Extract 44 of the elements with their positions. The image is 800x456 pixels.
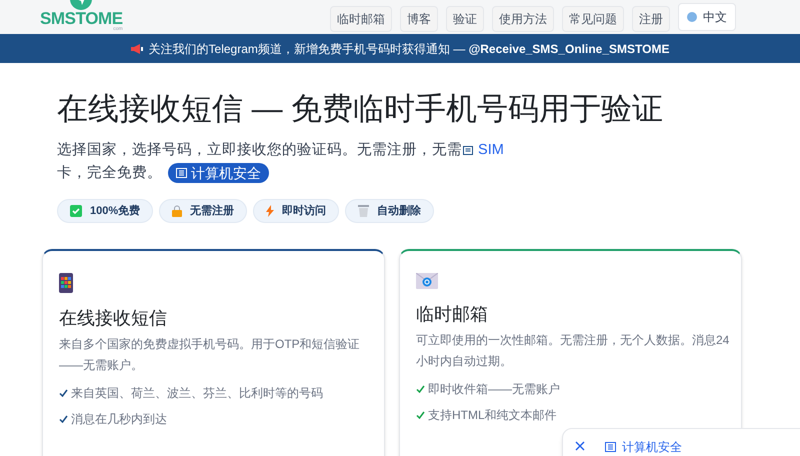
nav-link[interactable]: 常见问题 <box>562 6 624 32</box>
feature-chip: 自动删除 <box>345 199 434 223</box>
checkmark-icon <box>416 385 425 393</box>
phone-icon <box>59 273 73 293</box>
checkmark-icon <box>59 415 68 423</box>
card-description: 来自多个国家的免费虚拟手机号码。用于OTP和短信验证——无需账户。 <box>59 336 361 374</box>
checkmark-icon <box>59 389 68 397</box>
trash-icon <box>358 205 370 217</box>
page-heading: 在线接收短信 — 免费临时手机号码用于验证 <box>57 90 664 128</box>
envelope-icon <box>416 273 438 289</box>
feature-chip: 即时访问 <box>253 199 340 223</box>
language-button[interactable]: 中文 <box>678 3 736 31</box>
close-icon <box>575 441 585 451</box>
feature-chip: 100%免费 <box>57 199 154 223</box>
feature-text: 来自英国、荷兰、波兰、芬兰、比利时等的号码 <box>71 385 323 402</box>
lightning-icon <box>266 205 274 217</box>
nav-link[interactable]: 使用方法 <box>492 6 554 32</box>
nav-link[interactable]: 临时邮箱 <box>330 6 392 32</box>
sim-link[interactable]: SIM <box>474 142 504 158</box>
globe-icon <box>687 12 697 22</box>
checkmark-icon <box>416 411 425 419</box>
checkbox-icon <box>70 205 82 217</box>
lock-icon <box>172 205 182 217</box>
logo-text: SMSTOME <box>40 10 123 27</box>
document-icon <box>463 146 473 155</box>
document-icon <box>176 168 187 178</box>
feature-text: 支持HTML和纯文本邮件 <box>428 407 557 424</box>
hero-subtitle: 选择国家，选择号码，立即接收您的验证码。无需注册，无需 SIM 卡，完全免费。 计算机安全 <box>57 139 527 185</box>
announcement-text: 关注我们的Telegram频道，新增免费手机号码时获得通知 — @Receive_SMS_Online_SMSTOME <box>148 40 670 58</box>
security-badge[interactable]: 计算机安全 <box>168 163 269 184</box>
nav-link[interactable]: 验证 <box>446 6 484 32</box>
document-icon <box>605 442 616 452</box>
nav-link[interactable]: 注册 <box>632 6 670 32</box>
close-button[interactable] <box>575 440 587 452</box>
card-title: 临时邮箱 <box>416 303 489 326</box>
feature-text: 消息在几秒内到达 <box>71 411 167 428</box>
security-link[interactable]: 计算机安全 <box>605 438 682 456</box>
feature-text: 即时收件箱——无需账户 <box>428 381 560 398</box>
feature-chip: 无需注册 <box>159 199 248 223</box>
telegram-link[interactable]: @Receive_SMS_Online_SMSTOME <box>468 42 670 56</box>
card-description: 可立即使用的一次性邮箱。无需注册，无个人数据。消息24小时内自动过期。 <box>416 332 730 370</box>
megaphone-icon <box>130 44 143 54</box>
nav-link[interactable]: 博客 <box>400 6 438 32</box>
card-title: 在线接收短信 <box>59 307 168 330</box>
